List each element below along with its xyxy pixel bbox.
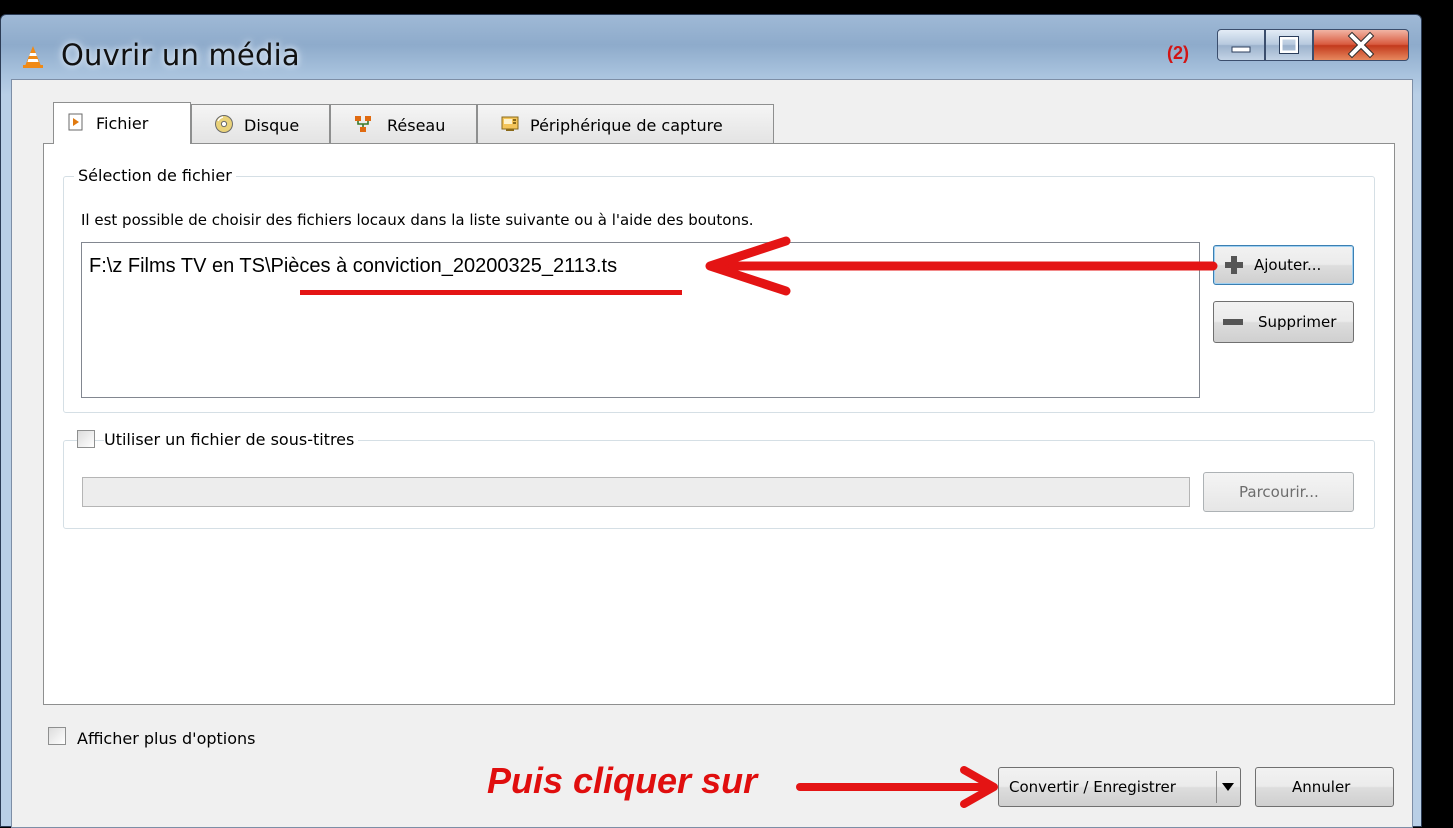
tab-peripherique-de-capture[interactable]: Périphérique de capture	[477, 104, 774, 144]
file-list[interactable]: F:\z Films TV en TS\Pièces à conviction_…	[81, 242, 1200, 398]
maximize-icon	[1279, 36, 1299, 54]
cancel-button[interactable]: Annuler	[1255, 767, 1394, 807]
tab-fichier[interactable]: Fichier	[53, 102, 191, 144]
close-icon	[1347, 31, 1375, 59]
file-selection-title: Sélection de fichier	[74, 166, 236, 185]
annotation-instruction: Puis cliquer sur	[487, 760, 758, 801]
minimize-icon	[1231, 46, 1251, 53]
tab-label: Fichier	[96, 114, 149, 133]
tab-label: Disque	[244, 116, 300, 135]
network-icon	[355, 116, 371, 132]
split-divider	[1216, 771, 1217, 803]
minus-icon	[1223, 319, 1243, 325]
plus-icon	[1225, 256, 1243, 274]
file-play-icon	[68, 113, 83, 131]
close-button[interactable]	[1313, 29, 1409, 61]
file-selection-hint: Il est possible de choisir des fichiers …	[81, 211, 754, 229]
window-title: Ouvrir un média	[61, 38, 300, 72]
list-item[interactable]: F:\z Films TV en TS\Pièces à conviction_…	[89, 255, 617, 278]
browse-button: Parcourir...	[1203, 472, 1354, 512]
browse-label: Parcourir...	[1239, 483, 1319, 501]
cancel-label: Annuler	[1292, 778, 1351, 796]
step-number-label: (2)	[1167, 43, 1189, 63]
more-options-label: Afficher plus d'options	[77, 729, 256, 748]
chevron-down-icon[interactable]	[1221, 782, 1235, 792]
minimize-button[interactable]	[1217, 29, 1265, 61]
tab-label: Périphérique de capture	[530, 116, 723, 135]
convert-save-label: Convertir / Enregistrer	[1009, 778, 1176, 796]
tab-label: Réseau	[387, 116, 446, 135]
maximize-button[interactable]	[1265, 29, 1313, 61]
annotation-underline	[300, 290, 682, 295]
more-options-checkbox[interactable]	[48, 727, 66, 745]
convert-save-button[interactable]: Convertir / Enregistrer	[998, 767, 1241, 807]
capture-device-icon	[501, 116, 519, 131]
add-file-button[interactable]: Ajouter...	[1213, 245, 1354, 285]
remove-file-button[interactable]: Supprimer	[1213, 301, 1354, 343]
add-file-label: Ajouter...	[1254, 256, 1322, 274]
tab-reseau[interactable]: Réseau	[330, 104, 477, 144]
subtitles-checkbox[interactable]	[77, 430, 95, 448]
remove-file-label: Supprimer	[1258, 313, 1337, 331]
subtitles-checkbox-label: Utiliser un fichier de sous-titres	[104, 430, 359, 449]
vlc-cone-icon	[23, 46, 43, 68]
subtitle-path-field	[82, 477, 1190, 507]
disc-icon	[215, 115, 233, 133]
tab-disque[interactable]: Disque	[191, 104, 330, 144]
title-bar[interactable]: Ouvrir un média (2)	[1, 15, 1421, 77]
